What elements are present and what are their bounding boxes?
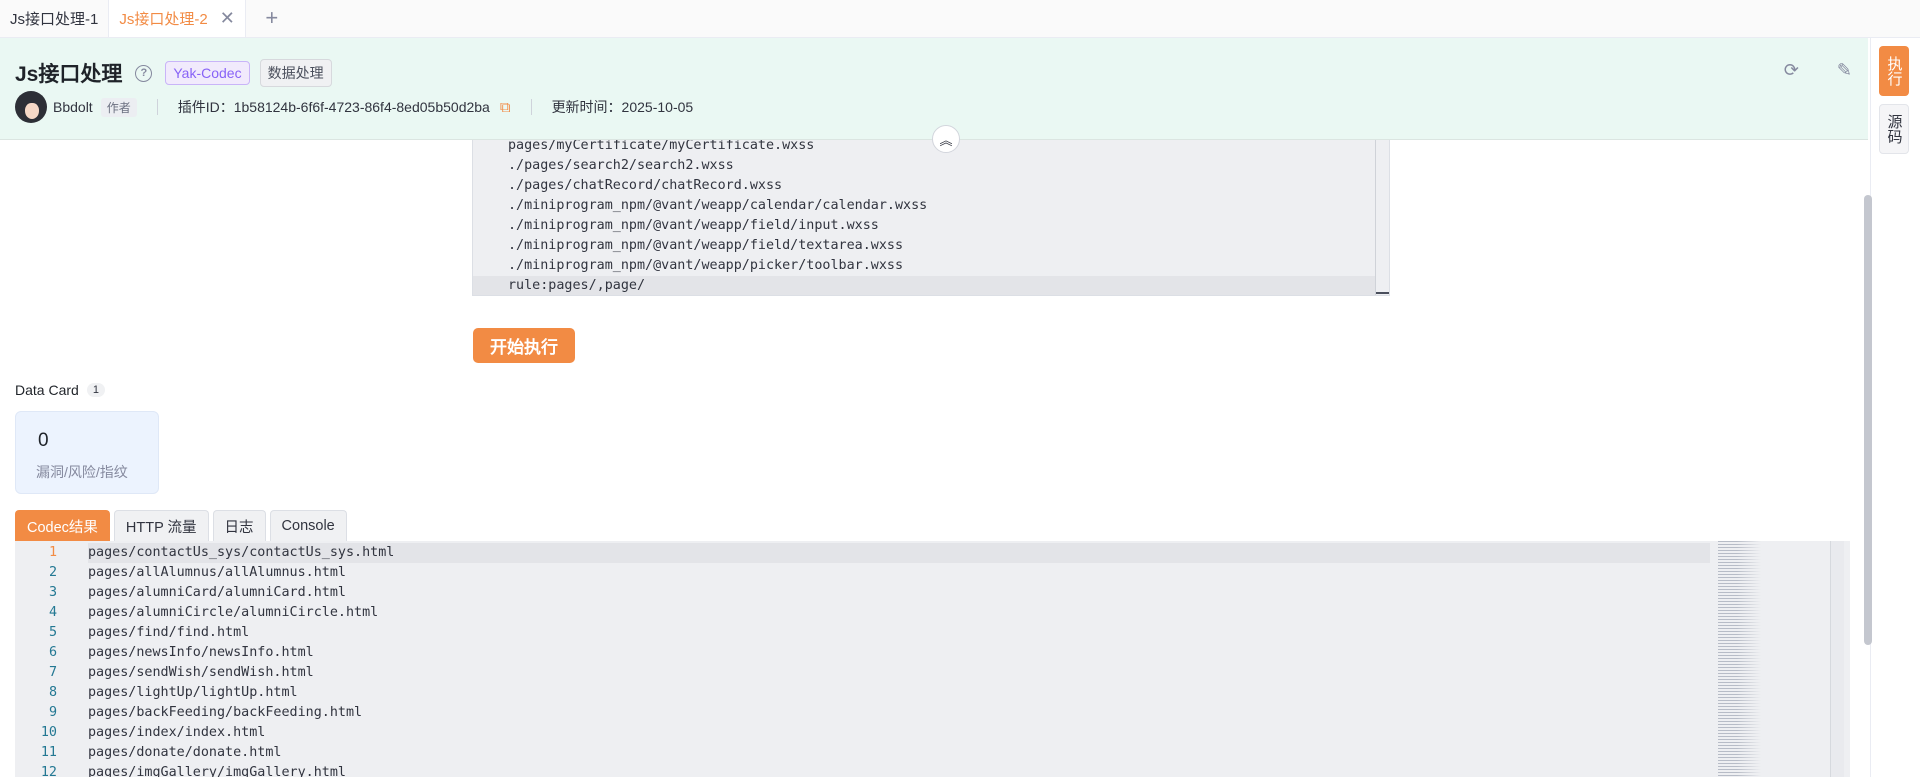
line-number: 5 (48, 625, 57, 640)
plugin-title: Js接口处理 (15, 63, 123, 86)
result-line: 6 pages/newsInfo/newsInfo.html (15, 643, 1850, 663)
tag-yak-codec: Yak-Codec (165, 61, 250, 85)
tab-http-traffic[interactable]: HTTP 流量 (113, 510, 209, 541)
plus-icon: + (265, 5, 279, 30)
minimap[interactable] (1718, 541, 1766, 777)
result-line: 9 pages/backFeeding/backFeeding.html (15, 703, 1850, 723)
risk-label: 漏洞/风险/指纹 (36, 464, 128, 480)
code-line: rule:pages/,page/ (473, 276, 1389, 295)
data-card-label: Data Card (15, 382, 79, 398)
line-number: 4 (48, 605, 57, 620)
line-number: 7 (48, 665, 57, 680)
result-line: 3 pages/alumniCard/alumniCard.html (15, 583, 1850, 603)
risk-card: 0 漏洞/风险/指纹 (15, 411, 159, 494)
input-code-editor[interactable]: pages/myCertificate/myCertificate.wxss .… (472, 140, 1390, 296)
collapse-up-icon[interactable]: ︽ (932, 125, 960, 153)
result-line: 7 pages/sendWish/sendWish.html (15, 663, 1850, 683)
line-number: 9 (48, 705, 57, 720)
right-side-panel: 执行 源码 (1870, 38, 1920, 777)
source-side-button[interactable]: 源码 (1879, 104, 1909, 154)
start-execute-button[interactable]: 开始执行 (473, 328, 575, 363)
tab-bar: Js接口处理-1 Js接口处理-2 ✕ + (0, 0, 1920, 38)
result-line: 1 pages/contactUs_sys/contactUs_sys.html (15, 543, 1850, 563)
line-text: pages/backFeeding/backFeeding.html (88, 705, 363, 720)
result-line: 5 pages/find/find.html (15, 623, 1850, 643)
code-line: ./pages/search2/search2.wxss (508, 158, 734, 173)
code-line: pages/myCertificate/myCertificate.wxss (508, 140, 815, 153)
line-number: 2 (48, 565, 57, 580)
updated-time: 更新时间：2025-10-05 (551, 99, 694, 115)
result-line: 10 pages/index/index.html (15, 723, 1850, 743)
data-card-title: Data Card 1 (15, 382, 105, 398)
tab-console[interactable]: Console (269, 510, 347, 541)
avatar (15, 91, 47, 123)
code-scrollbar[interactable] (1375, 140, 1389, 295)
result-line: 8 pages/lightUp/lightUp.html (15, 683, 1850, 703)
code-line: ./miniprogram_npm/@vant/weapp/field/inpu… (508, 218, 879, 233)
tab-js-interface-1[interactable]: Js接口处理-1 (0, 0, 110, 37)
line-number: 10 (40, 725, 57, 740)
line-text: pages/imgGallery/imgGallery.html (88, 765, 346, 777)
tab-label: Js接口处理-1 (10, 10, 99, 28)
line-text: pages/find/find.html (88, 625, 250, 640)
data-card-count: 1 (86, 383, 105, 397)
code-line: ./pages/chatRecord/chatRecord.wxss (508, 178, 783, 193)
result-editor[interactable]: 1 pages/contactUs_sys/contactUs_sys.html 2… (15, 541, 1850, 777)
line-number: 12 (40, 765, 57, 777)
line-number: 8 (48, 685, 57, 700)
editor-scrollbar[interactable] (1830, 541, 1844, 777)
divider (530, 99, 532, 115)
refresh-icon[interactable]: ⟳ (1784, 60, 1799, 81)
page-scrollbar[interactable] (1864, 195, 1872, 645)
tab-js-interface-2[interactable]: Js接口处理-2 ✕ (109, 0, 246, 37)
divider (156, 99, 158, 115)
plugin-id: 插件ID：1b58124b-6f6f-4723-86f4-8ed05b50d2b… (177, 99, 490, 115)
line-number: 6 (48, 645, 57, 660)
tab-codec-result[interactable]: Codec结果 (15, 510, 110, 541)
line-number: 11 (40, 745, 57, 760)
line-text: pages/sendWish/sendWish.html (88, 665, 314, 680)
author-badge: 作者 (100, 97, 137, 117)
line-number: 3 (48, 585, 57, 600)
line-number: 1 (48, 545, 57, 560)
result-tabs: Codec结果 HTTP 流量 日志 Console (15, 510, 347, 541)
tab-log[interactable]: 日志 (212, 510, 266, 541)
help-icon[interactable]: ? (135, 64, 153, 82)
add-tab-button[interactable]: + (252, 0, 292, 37)
line-text: pages/donate/donate.html (88, 745, 282, 760)
line-text: pages/lightUp/lightUp.html (88, 685, 298, 700)
result-line: 4 pages/alumniCircle/alumniCircle.html (15, 603, 1850, 623)
tag-data-processing: 数据处理 (259, 59, 332, 87)
line-text: pages/alumniCircle/alumniCircle.html (88, 605, 379, 620)
code-line: ./miniprogram_npm/@vant/weapp/picker/too… (508, 258, 904, 273)
line-text: pages/newsInfo/newsInfo.html (88, 645, 314, 660)
line-text: pages/alumniCard/alumniCard.html (88, 585, 346, 600)
result-line: 2 pages/allAlumnus/allAlumnus.html (15, 563, 1850, 583)
result-line: 12 pages/imgGallery/imgGallery.html (15, 763, 1850, 777)
line-text: pages/contactUs_sys/contactUs_sys.html (88, 543, 1710, 563)
code-line: ./miniprogram_npm/@vant/weapp/calendar/c… (508, 198, 928, 213)
result-line: 11 pages/donate/donate.html (15, 743, 1850, 763)
tab-label: Js接口处理-2 (119, 10, 208, 28)
line-text: pages/allAlumnus/allAlumnus.html (88, 565, 346, 580)
plugin-header: Js接口处理 ? Yak-Codec 数据处理 Bbdolt 作者 插件ID：1… (0, 38, 1868, 140)
edit-icon[interactable]: ✎ (1837, 60, 1852, 81)
execute-side-button[interactable]: 执行 (1879, 46, 1909, 96)
author-name: Bbdolt (53, 99, 93, 115)
copy-icon[interactable]: ⧉ (500, 99, 511, 116)
line-text: pages/index/index.html (88, 725, 266, 740)
code-line: ./miniprogram_npm/@vant/weapp/field/text… (508, 238, 904, 253)
risk-count: 0 (38, 430, 49, 451)
close-icon[interactable]: ✕ (220, 9, 235, 27)
